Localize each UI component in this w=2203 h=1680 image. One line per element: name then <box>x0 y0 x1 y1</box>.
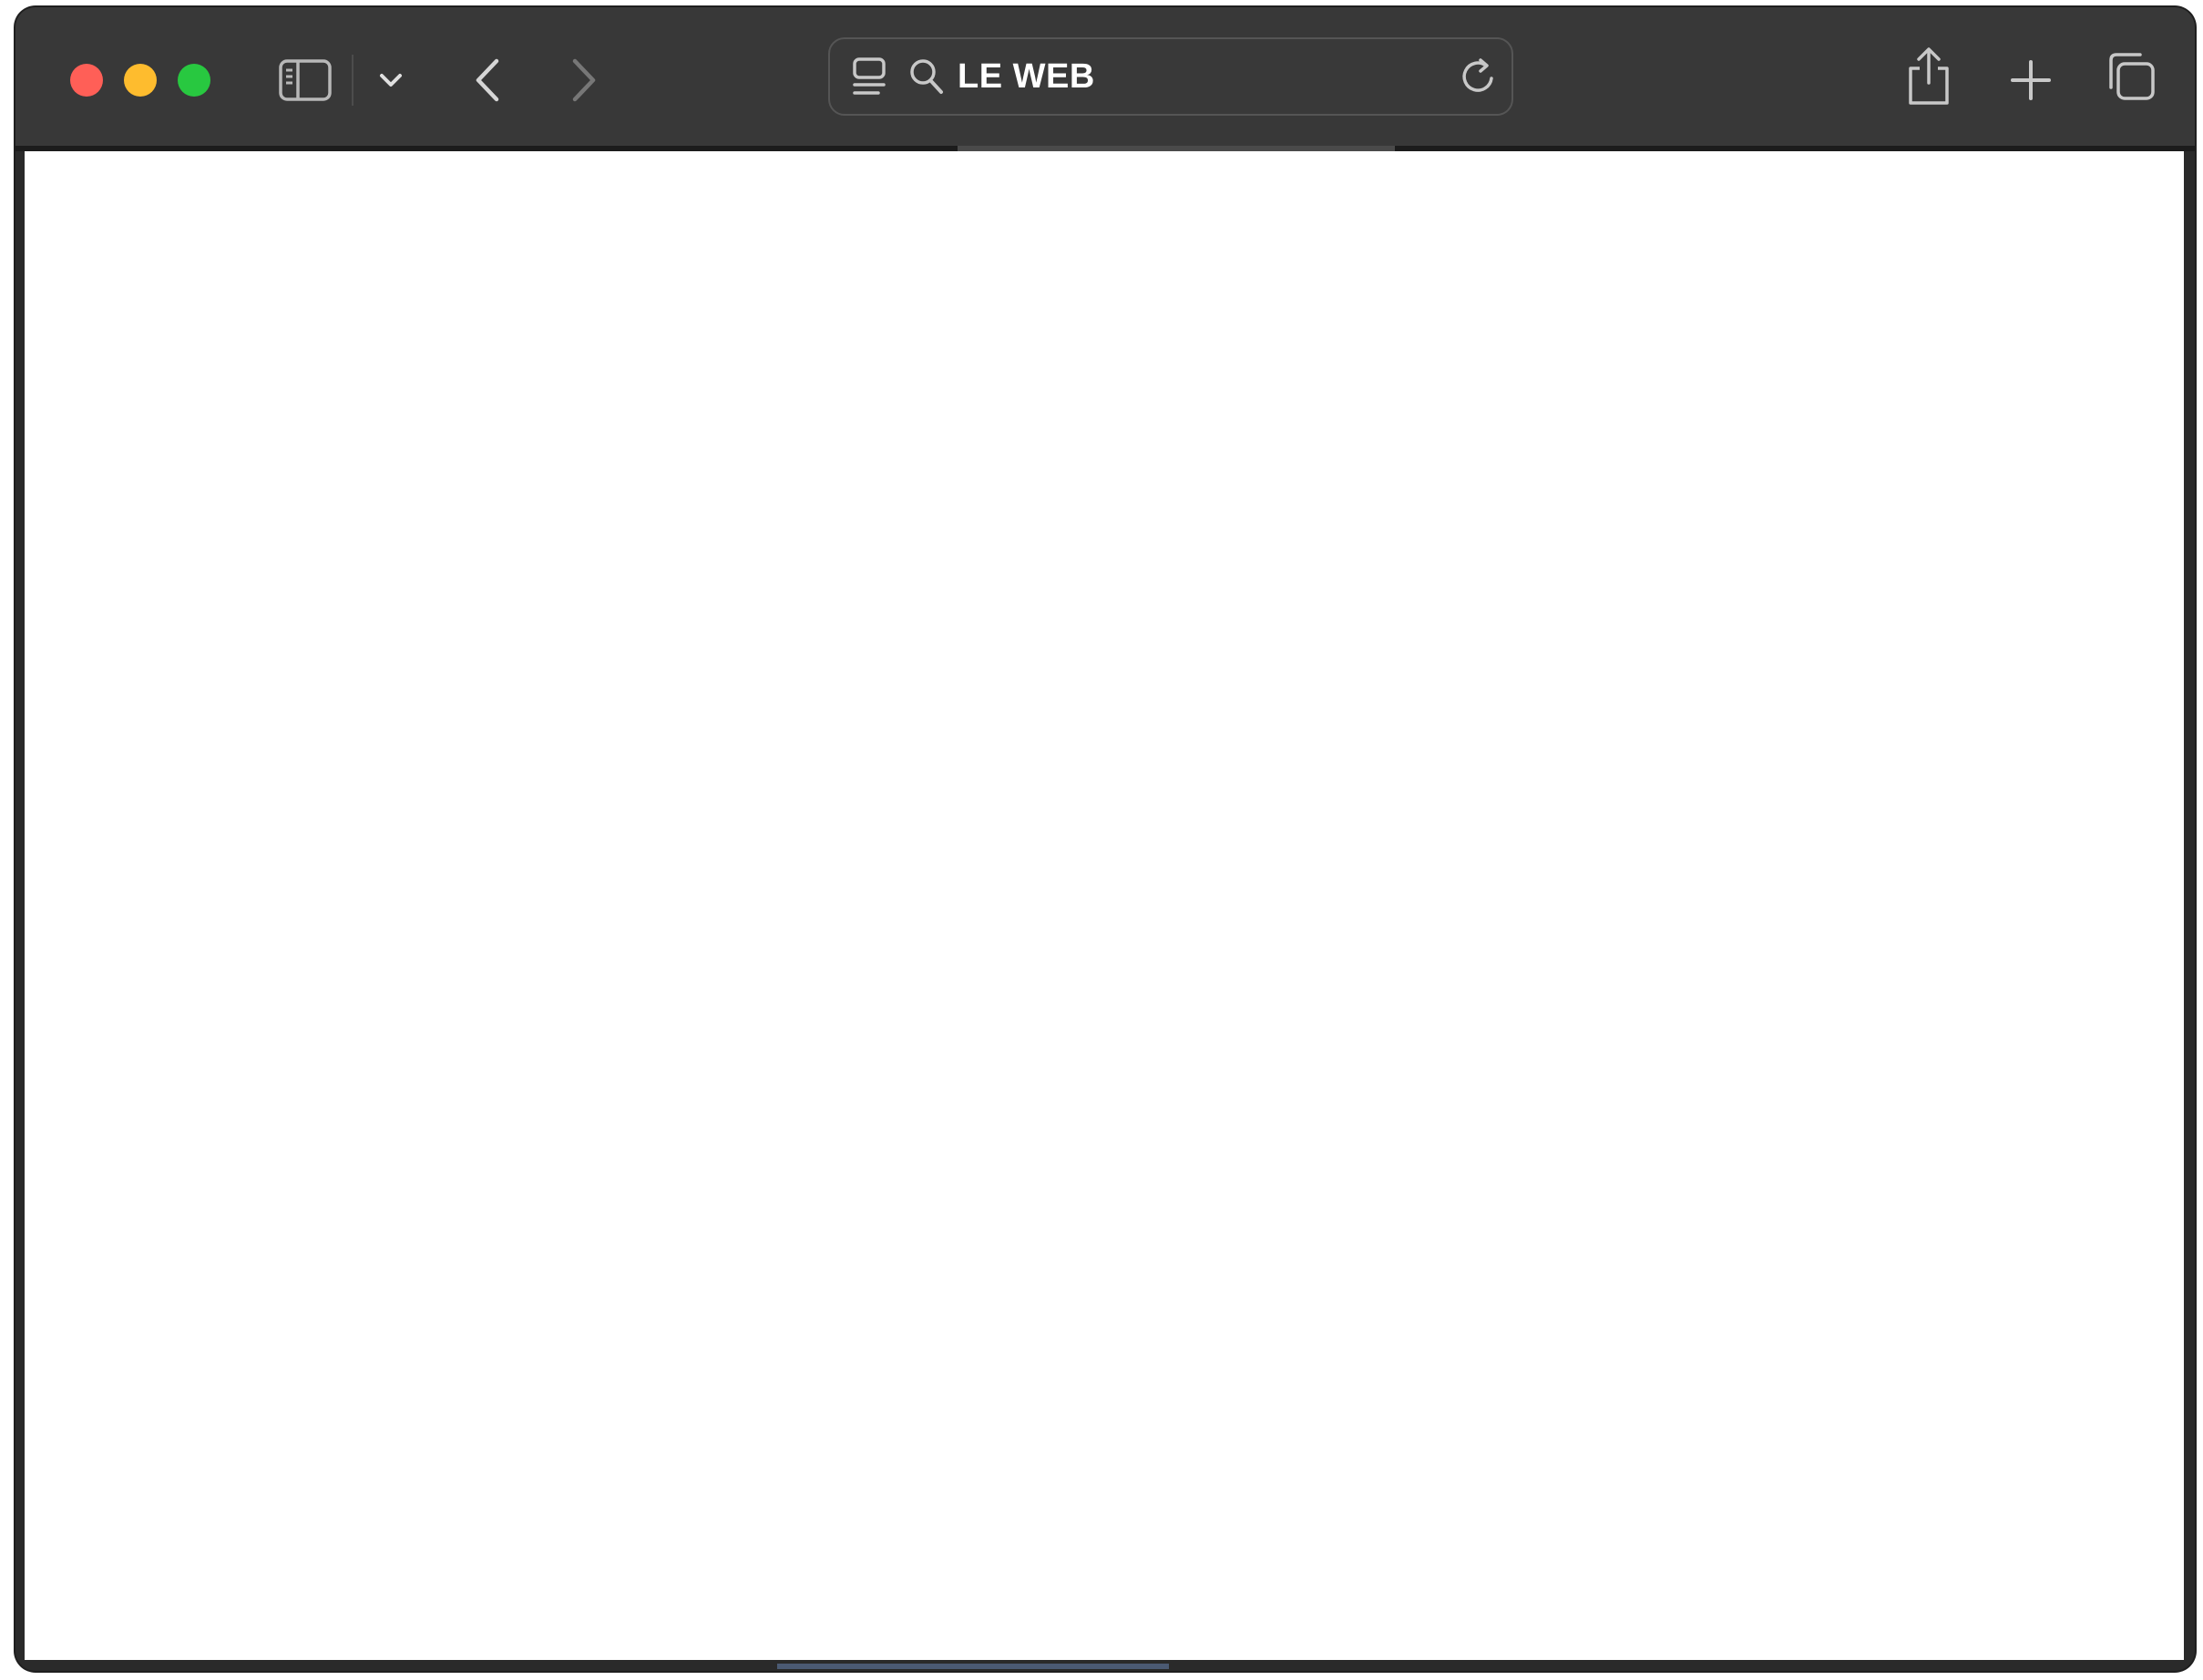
sidebar-toggle-button[interactable] <box>278 55 333 106</box>
page-menu-icon <box>851 56 887 97</box>
back-button[interactable] <box>466 53 508 108</box>
back-arrow-icon <box>474 57 501 103</box>
forward-button[interactable] <box>563 53 605 108</box>
tab-overview-icon <box>2104 51 2157 104</box>
web-content-area[interactable] <box>25 151 2184 1660</box>
tab-group-menu-button[interactable] <box>373 64 409 97</box>
reload-button[interactable] <box>1457 56 1501 99</box>
sidebar-icon <box>279 58 332 102</box>
close-window-button[interactable] <box>70 64 103 97</box>
tab-overview-button[interactable] <box>2102 47 2158 108</box>
address-bar[interactable]: LE WEB <box>828 37 1513 116</box>
share-icon <box>1905 46 1952 107</box>
plus-icon <box>2010 59 2052 101</box>
chevron-down-icon <box>379 72 403 88</box>
bottom-accent-bar <box>777 1664 1169 1669</box>
minimize-window-button[interactable] <box>124 64 157 97</box>
browser-toolbar: LE WEB <box>15 7 2195 146</box>
zoom-window-button[interactable] <box>178 64 210 97</box>
share-button[interactable] <box>1901 40 1956 113</box>
new-tab-button[interactable] <box>2003 53 2058 108</box>
forward-arrow-icon <box>570 57 598 103</box>
search-icon <box>907 56 947 97</box>
address-text[interactable]: LE WEB <box>958 39 1095 114</box>
toolbar-separator <box>352 55 354 106</box>
browser-window: LE WEB <box>15 7 2195 1671</box>
page-menu-button[interactable] <box>846 52 892 101</box>
reload-icon <box>1459 56 1499 98</box>
